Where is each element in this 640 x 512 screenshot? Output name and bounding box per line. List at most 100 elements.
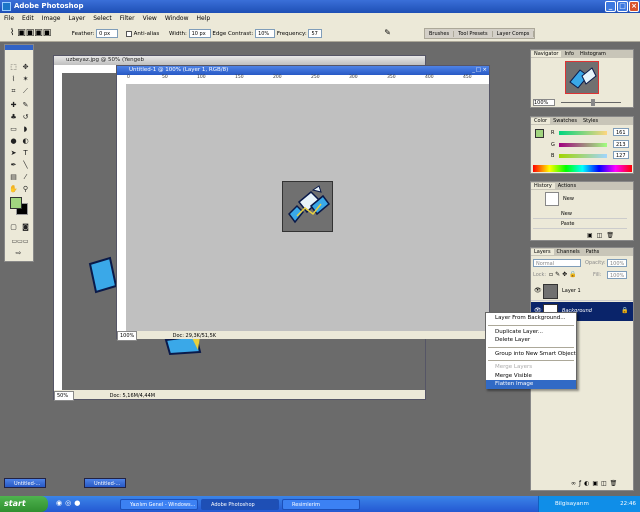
move-tool-icon[interactable]: ✥ xyxy=(21,63,30,72)
screen-mode-icons[interactable]: ▭▭▭ xyxy=(7,237,33,246)
minimize-doc-icon[interactable]: _ xyxy=(472,66,475,75)
close-doc-icon[interactable]: × xyxy=(482,66,487,75)
zoom-tool-icon[interactable]: ⚲ xyxy=(21,185,30,194)
layer-name[interactable]: Layer 1 xyxy=(562,288,581,294)
document-title-bar[interactable]: uzbeyaz.jpg @ 50% (Yengeb xyxy=(54,56,425,65)
tab-layers[interactable]: Layers xyxy=(531,249,554,255)
history-item[interactable]: Paste xyxy=(533,220,627,229)
notes-tool-icon[interactable]: ▤ xyxy=(9,173,18,182)
menu-select[interactable]: Select xyxy=(89,13,116,24)
clone-stamp-icon[interactable]: ♣ xyxy=(9,113,18,122)
menu-view[interactable]: View xyxy=(139,13,161,24)
close-button[interactable]: × xyxy=(629,1,639,12)
tray-computer-label[interactable]: Bilgisayarım xyxy=(555,501,589,507)
zoom-field[interactable]: 100% xyxy=(117,331,137,341)
menu-filter[interactable]: Filter xyxy=(116,13,139,24)
history-snapshot-label[interactable]: New xyxy=(563,196,574,202)
menu-item-group-smart-object[interactable]: Group into New Smart Object xyxy=(486,350,576,359)
edge-contrast-input[interactable]: 10% xyxy=(255,29,276,38)
document-canvas[interactable] xyxy=(282,181,333,232)
minimized-document[interactable]: Untitled-... xyxy=(4,478,46,488)
blend-mode-select[interactable]: Normal xyxy=(533,259,581,267)
layers-footer-icons[interactable]: ∞ƒ◐▣◫🗑 xyxy=(571,480,620,487)
menu-item-delete-layer[interactable]: Delete Layer xyxy=(486,336,576,345)
toolbox-grip[interactable] xyxy=(5,45,33,50)
pen-tool-icon[interactable]: ✒ xyxy=(9,161,18,170)
canvas-area[interactable] xyxy=(126,84,489,331)
frequency-input[interactable]: 57 xyxy=(308,29,323,38)
blur-tool-icon[interactable]: ● xyxy=(9,137,18,146)
navigator-zoom-field[interactable]: 100% xyxy=(533,99,555,106)
quick-mask-icon[interactable]: ◙ xyxy=(21,223,30,232)
history-item[interactable]: New xyxy=(533,210,627,219)
menu-item-duplicate-layer[interactable]: Duplicate Layer... xyxy=(486,328,576,337)
lasso-tool-icon[interactable]: ⌇ xyxy=(9,75,18,84)
magnetic-lasso-icon[interactable]: ⌇ ▣▣▣▣ xyxy=(0,24,70,42)
menu-window[interactable]: Window xyxy=(161,13,193,24)
green-slider[interactable] xyxy=(559,143,607,147)
clock[interactable]: 22:46 xyxy=(620,496,636,512)
fill-input[interactable]: 100% xyxy=(607,271,627,279)
tab-actions[interactable]: Actions xyxy=(555,183,579,189)
navigator-slider-handle[interactable] xyxy=(591,99,595,106)
green-value[interactable]: 213 xyxy=(613,140,629,148)
tab-swatches[interactable]: Swatches xyxy=(550,118,580,124)
lock-icons[interactable]: ▫✎✥🔒 xyxy=(549,271,579,278)
navigator-thumbnail[interactable] xyxy=(565,61,599,94)
tab-paths[interactable]: Paths xyxy=(583,249,603,255)
healing-brush-icon[interactable]: ✚ xyxy=(9,101,18,110)
tab-navigator[interactable]: Navigator xyxy=(531,51,562,57)
feather-input[interactable]: 0 px xyxy=(96,29,119,38)
taskbar-item-photoshop[interactable]: Adobe Photoshop xyxy=(201,499,279,510)
tab-color[interactable]: Color xyxy=(531,118,551,124)
tab-info[interactable]: Info xyxy=(561,51,576,57)
start-button[interactable]: start xyxy=(0,496,48,512)
well-tab-brushes[interactable]: Brushes xyxy=(425,31,455,37)
layer-row[interactable]: 👁 Layer 1 xyxy=(531,282,633,301)
jump-to-imageready-icon[interactable]: ⇨ xyxy=(14,249,23,258)
eraser-tool-icon[interactable]: ▭ xyxy=(9,125,18,134)
red-value[interactable]: 161 xyxy=(613,128,629,136)
well-tab-tool-presets[interactable]: Tool Presets xyxy=(454,31,493,37)
brush-tool-icon[interactable]: ✎ xyxy=(21,101,30,110)
type-tool-icon[interactable]: T xyxy=(21,149,30,158)
taskbar-item-resimlerim[interactable]: Resimlerim xyxy=(282,499,360,510)
visibility-eye-icon[interactable]: 👁 xyxy=(534,287,542,294)
history-brush-icon[interactable]: ↺ xyxy=(21,113,30,122)
red-slider[interactable] xyxy=(559,131,607,135)
tab-histogram[interactable]: Histogram xyxy=(577,51,609,57)
menu-layer[interactable]: Layer xyxy=(64,13,89,24)
width-input[interactable]: 10 px xyxy=(188,29,211,38)
opacity-input[interactable]: 100% xyxy=(607,259,627,267)
document-window-front[interactable]: Untitled-1 @ 100% (Layer 1, RGB/8) _ □ ×… xyxy=(116,65,490,341)
menu-item-merge-visible[interactable]: Merge Visible xyxy=(486,372,576,381)
tab-history[interactable]: History xyxy=(531,183,555,189)
dodge-tool-icon[interactable]: ◐ xyxy=(21,137,30,146)
line-tool-icon[interactable]: ╲ xyxy=(21,161,30,170)
menu-edit[interactable]: Edit xyxy=(18,13,38,24)
tab-channels[interactable]: Channels xyxy=(554,249,583,255)
maximize-doc-icon[interactable]: □ xyxy=(476,66,481,75)
hand-tool-icon[interactable]: ✋ xyxy=(9,185,18,194)
maximize-button[interactable]: □ xyxy=(617,1,628,12)
paint-bucket-icon[interactable]: ◗ xyxy=(21,125,30,134)
antialias-checkbox[interactable] xyxy=(125,30,132,37)
eyedropper-icon[interactable]: ⁄ xyxy=(21,173,30,182)
blue-value[interactable]: 127 xyxy=(613,151,629,159)
menu-help[interactable]: Help xyxy=(193,13,215,24)
color-spectrum-bar[interactable] xyxy=(533,165,632,172)
menu-image[interactable]: Image xyxy=(38,13,65,24)
standard-mode-icon[interactable]: ▢ xyxy=(9,223,18,232)
menu-file[interactable]: File xyxy=(0,13,18,24)
marquee-tool-icon[interactable]: ⬚ xyxy=(9,63,18,72)
quick-launch-icons[interactable]: ◉◎● xyxy=(56,499,83,507)
crop-tool-icon[interactable]: ⌗ xyxy=(9,87,18,96)
slice-tool-icon[interactable]: ⟋ xyxy=(21,87,30,96)
color-fg-swatch[interactable] xyxy=(535,129,544,138)
menu-item-flatten-image[interactable]: Flatten Image xyxy=(486,380,576,389)
document-title-bar[interactable]: Untitled-1 @ 100% (Layer 1, RGB/8) _ □ × xyxy=(117,66,489,75)
well-tab-layer-comps[interactable]: Layer Comps xyxy=(492,31,535,37)
history-snapshot-thumb[interactable] xyxy=(545,192,559,206)
minimize-button[interactable]: _ xyxy=(605,1,616,12)
minimized-document[interactable]: Untitled-... xyxy=(84,478,126,488)
